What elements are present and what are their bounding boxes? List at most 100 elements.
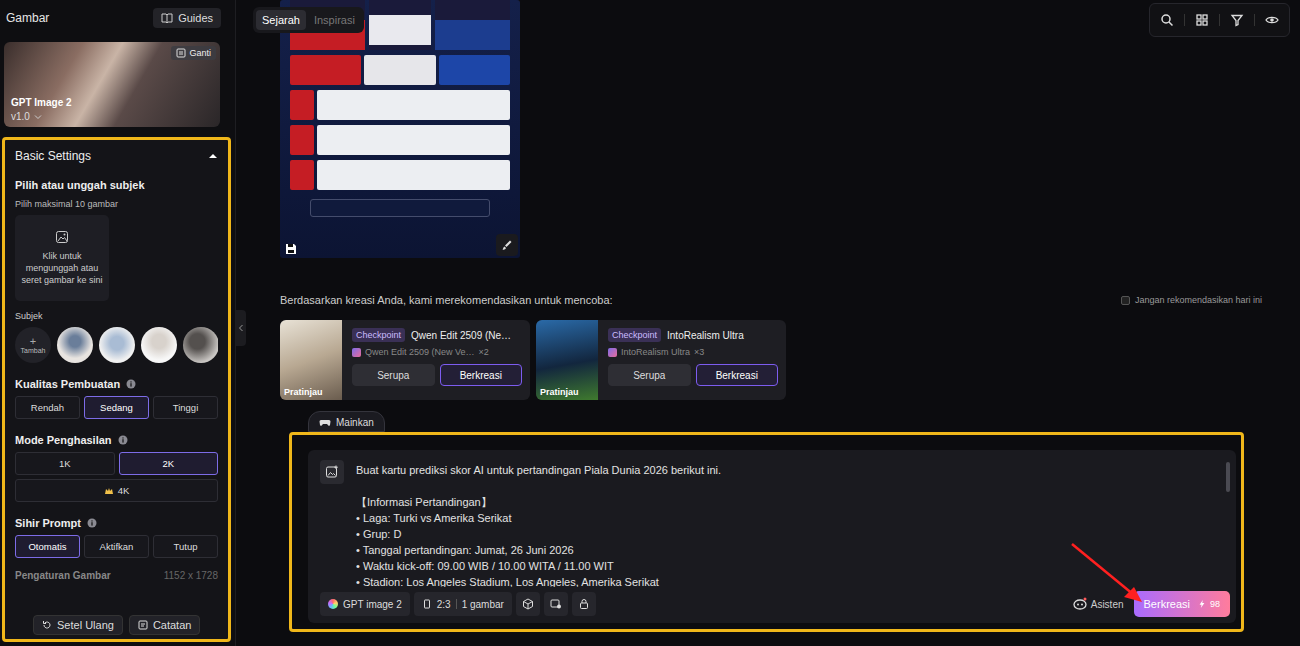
brush-icon <box>501 239 513 251</box>
recommendation-card: Pratinjau Checkpoint IntoRealism Ultra Into… <box>536 320 786 400</box>
quality-option[interactable]: Tinggi <box>153 396 218 419</box>
info-icon[interactable] <box>118 435 128 445</box>
recommendation-tag: Checkpoint <box>608 328 661 342</box>
sidebar-title: Gambar <box>6 11 49 25</box>
filter-icon[interactable] <box>1230 13 1244 27</box>
grid-icon[interactable] <box>1195 13 1209 27</box>
assistant-button[interactable]: Asisten <box>1073 597 1124 611</box>
image-tool-button[interactable] <box>544 592 568 616</box>
subject-avatar[interactable] <box>99 327 135 363</box>
poster-row <box>290 125 510 155</box>
upload-dropzone[interactable]: Klik untuk mengunggah atau seret gambar … <box>15 215 109 301</box>
history-tabs: SejarahInspirasi <box>253 7 364 33</box>
eye-icon[interactable] <box>1265 13 1279 27</box>
notes-button[interactable]: Catatan <box>129 615 201 635</box>
poster-odds <box>290 55 510 85</box>
quality-option[interactable]: Rendah <box>15 396 80 419</box>
main-area: SejarahInspirasi Berdasarkan kreasi Anda,… <box>236 0 1300 646</box>
ratio-icon <box>422 599 432 609</box>
chevron-down-icon <box>34 113 42 121</box>
basic-settings-header[interactable]: Basic Settings <box>15 148 218 164</box>
recommendation-title: IntoRealism Ultra <box>667 330 744 341</box>
prompt-magic-option[interactable]: Aktifkan <box>84 535 149 558</box>
create-submit-button[interactable]: Berkreasi98 <box>1134 591 1230 617</box>
reset-icon <box>42 620 52 630</box>
sidebar-header: Gambar Guides <box>2 0 231 36</box>
mode-option[interactable]: 2K <box>119 452 219 475</box>
lightning-icon <box>1198 600 1206 608</box>
prompt-magic-option[interactable]: Tutup <box>153 535 218 558</box>
image-settings-row[interactable]: Pengaturan Gambar1152 x 1728 <box>15 570 218 581</box>
recommendation-body: Checkpoint IntoRealism Ultra IntoRealism U… <box>598 320 786 400</box>
subject-avatar[interactable] <box>57 327 93 363</box>
history-tab[interactable]: Sejarah <box>256 10 306 30</box>
recommendation-preview[interactable]: Pratinjau <box>536 320 598 400</box>
subject-avatar[interactable] <box>183 327 218 363</box>
reference-image-button[interactable] <box>320 460 344 484</box>
model-name: GPT Image 2 <box>11 97 72 108</box>
model-card[interactable]: Ganti GPT Image 2 v1.0 <box>4 42 220 127</box>
reset-button[interactable]: Setel Ulang <box>33 615 123 635</box>
cube-button[interactable] <box>516 592 540 616</box>
recommendation-tag: Checkpoint <box>352 328 405 342</box>
basic-settings-body: Basic SettingsPilih atau unggah subjekPi… <box>5 140 228 609</box>
quality-option[interactable]: Sedang <box>84 396 149 419</box>
save-icon[interactable] <box>284 242 298 256</box>
prompt-scrollbar[interactable] <box>1226 462 1230 492</box>
model-select[interactable]: GPT image 2 <box>320 592 410 616</box>
mode-option[interactable]: 1K <box>15 452 115 475</box>
chevron-left-icon <box>237 324 245 332</box>
basic-settings-panel: Basic SettingsPilih atau unggah subjekPi… <box>2 137 231 642</box>
lock-icon <box>578 598 590 610</box>
guides-button[interactable]: Guides <box>153 8 221 28</box>
lora-icon <box>608 348 617 357</box>
lock-button[interactable] <box>572 592 596 616</box>
model-meta: GPT Image 2 v1.0 <box>11 97 72 122</box>
search-icon[interactable] <box>1160 13 1174 27</box>
poster-footer <box>310 199 490 217</box>
history-tab[interactable]: Inspirasi <box>308 10 361 30</box>
similar-button[interactable]: Serupa <box>608 364 691 386</box>
generated-image[interactable] <box>280 0 520 258</box>
lora-icon <box>352 348 361 357</box>
prompt-box: Buat kartu prediksi skor AI untuk pertan… <box>308 450 1236 623</box>
play-chip[interactable]: Mainkan <box>308 411 385 432</box>
ratio-quantity-select[interactable]: 2:31 gambar <box>414 592 512 616</box>
assistant-icon <box>1073 597 1087 611</box>
recommendations-title: Berdasarkan kreasi Anda, kami merekomend… <box>280 294 613 306</box>
model-version[interactable]: v1.0 <box>11 111 72 122</box>
recommendation-preview[interactable]: Pratinjau <box>280 320 342 400</box>
notes-icon <box>138 620 148 630</box>
recommendation-list: PratinjauCheckpointQwen Edit 2509 (Ne…Qw… <box>280 320 1300 400</box>
swap-icon <box>176 48 186 58</box>
info-icon[interactable] <box>87 518 97 528</box>
edit-image-button[interactable] <box>496 234 518 256</box>
prompt-magic-option[interactable]: Otomatis <box>15 535 80 558</box>
recommendation-subtitle: IntoRealism Ultra×3 <box>608 347 778 357</box>
create-button[interactable]: Berkreasi <box>440 364 523 386</box>
prompt-panel: Buat kartu prediksi skor AI untuk pertan… <box>289 432 1244 632</box>
prompt-magic-options: OtomatisAktifkanTutup <box>15 535 218 558</box>
view-toolbar <box>1149 3 1290 37</box>
subject-avatar[interactable] <box>141 327 177 363</box>
subject-upload-hint: Pilih maksimal 10 gambar <box>15 199 218 209</box>
collapse-sidebar-handle[interactable] <box>236 310 246 346</box>
dismiss-checkbox[interactable] <box>1121 296 1130 305</box>
premium-icon <box>104 486 114 496</box>
mode-option[interactable]: 4K <box>15 479 218 502</box>
model-icon <box>328 599 338 609</box>
similar-button[interactable]: Serupa <box>352 364 435 386</box>
dismiss-recommendations[interactable]: Jangan rekomendasikan hari ini <box>1121 295 1262 305</box>
info-icon[interactable] <box>126 379 136 389</box>
sidebar: Gambar Guides Ganti GPT Image 2 v1.0 Basic S… <box>0 0 236 646</box>
recommendation-card: PratinjauCheckpointQwen Edit 2509 (Ne…Qw… <box>280 320 530 400</box>
recommendation-body: CheckpointQwen Edit 2509 (Ne…Qwen Edit 2… <box>342 320 530 400</box>
add-subject-button[interactable]: +Tambah <box>15 327 51 363</box>
app: Gambar Guides Ganti GPT Image 2 v1.0 Basic S… <box>0 0 1300 646</box>
change-model-button[interactable]: Ganti <box>171 46 216 60</box>
book-icon <box>161 12 173 24</box>
create-button[interactable]: Berkreasi <box>696 364 779 386</box>
prompt-input[interactable]: Buat kartu prediksi skor AI untuk pertan… <box>356 460 1214 587</box>
gamepad-icon <box>319 416 331 428</box>
caret-up-icon <box>208 151 218 161</box>
